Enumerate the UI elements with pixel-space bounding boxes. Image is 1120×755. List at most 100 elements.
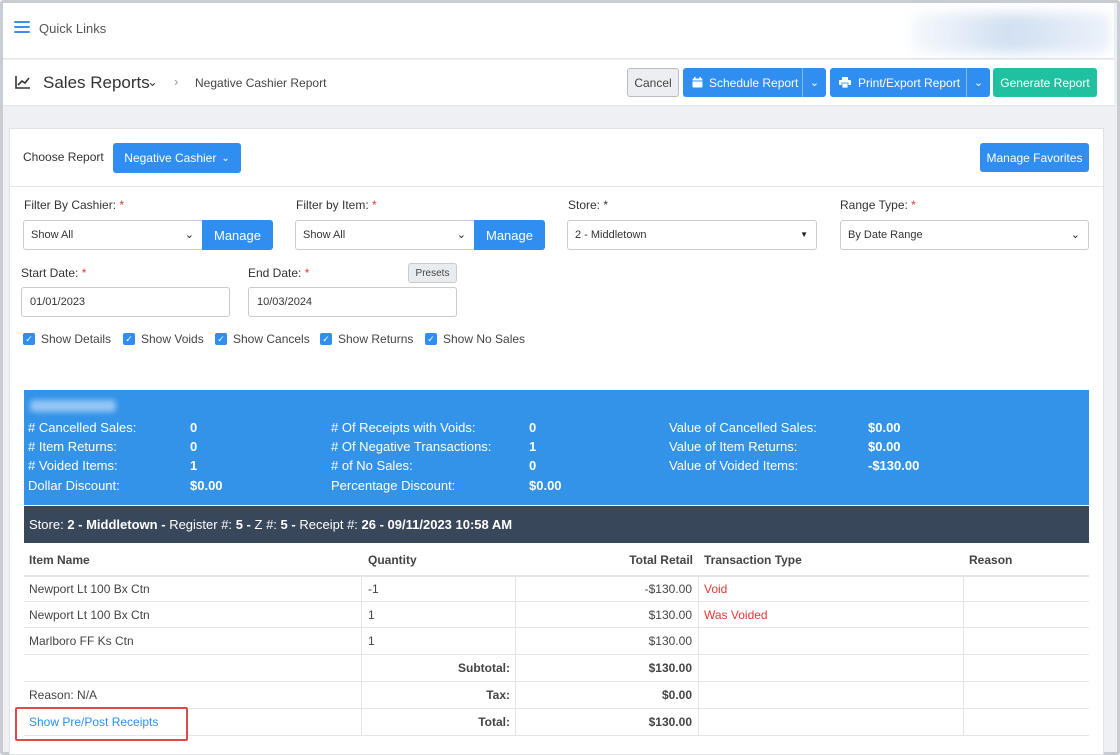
end-date-label: End Date: * bbox=[248, 266, 309, 280]
receipt-label: Receipt #: bbox=[299, 517, 358, 532]
store-value: 2 - Middletown bbox=[67, 517, 158, 532]
column-header: Item Name bbox=[29, 552, 90, 567]
manage-cashier-button[interactable]: Manage bbox=[202, 220, 273, 250]
required-mark: * bbox=[81, 266, 87, 280]
reason bbox=[964, 602, 1089, 627]
generate-report-button[interactable]: Generate Report bbox=[993, 68, 1097, 97]
tax-value: $0.00 bbox=[516, 682, 699, 708]
chevron-down-icon[interactable]: ⌄ bbox=[966, 68, 990, 97]
choose-report-label: Choose Report bbox=[23, 150, 104, 164]
cashier-summary: # Cancelled Sales: 0 # Item Returns: 0 #… bbox=[24, 390, 1089, 505]
checkbox-label: Show No Sales bbox=[443, 332, 526, 346]
chevron-down-icon: ⌄ bbox=[456, 229, 466, 241]
range-type-label: Range Type: * bbox=[840, 198, 916, 212]
quantity: 1 bbox=[362, 628, 516, 654]
summary-label: Value of Item Returns: bbox=[669, 439, 798, 454]
transaction-type: Void bbox=[699, 577, 964, 601]
store-select-value: 2 - Middletown bbox=[575, 229, 647, 241]
print-export-button[interactable]: Print/Export Report ⌄ bbox=[830, 68, 990, 97]
show-details-checkbox[interactable]: ✓ Show Details bbox=[23, 332, 111, 346]
quick-links-link[interactable]: Quick Links bbox=[39, 21, 106, 36]
chevron-down-icon[interactable]: ⌄ bbox=[147, 74, 158, 90]
user-profile-area[interactable] bbox=[911, 13, 1111, 53]
summary-value: $0.00 bbox=[529, 478, 562, 493]
reason-value: N/A bbox=[77, 688, 98, 702]
tax-label: Tax: bbox=[362, 682, 516, 708]
summary-value: 0 bbox=[190, 420, 198, 435]
choose-report-dropdown[interactable]: Negative Cashier ⌄ bbox=[113, 143, 241, 173]
z-label: Z #: bbox=[254, 517, 277, 532]
empty-cell bbox=[964, 709, 1089, 735]
breadcrumb: Negative Cashier Report bbox=[195, 76, 327, 90]
filter-item-text: Filter by Item: bbox=[296, 198, 369, 212]
quantity: 1 bbox=[362, 602, 516, 627]
manage-favorites-button[interactable]: Manage Favorites bbox=[980, 143, 1089, 172]
chevron-down-icon: ⌄ bbox=[184, 229, 194, 241]
show-no-sales-checkbox[interactable]: ✓ Show No Sales bbox=[425, 332, 525, 346]
total-retail: $130.00 bbox=[516, 602, 699, 627]
required-mark: * bbox=[119, 198, 125, 212]
range-type-select[interactable]: By Date Range ⌄ bbox=[840, 220, 1089, 250]
hamburger-icon[interactable] bbox=[14, 21, 30, 35]
required-mark: * bbox=[911, 198, 916, 212]
end-date-text: End Date: bbox=[248, 266, 302, 280]
show-returns-checkbox[interactable]: ✓ Show Returns bbox=[320, 332, 413, 346]
chevron-down-icon: ⌄ bbox=[221, 152, 230, 164]
page-header: Sales Reports ⌄ › Negative Cashier Repor… bbox=[3, 60, 1114, 106]
item-name: Marlboro FF Ks Ctn bbox=[24, 628, 362, 654]
reason bbox=[964, 577, 1089, 601]
caret-down-icon: ▼ bbox=[800, 230, 808, 239]
empty-cell bbox=[964, 655, 1089, 681]
summary-label: # Cancelled Sales: bbox=[28, 420, 137, 435]
store-label-text: Store: bbox=[568, 198, 601, 212]
summary-value: $0.00 bbox=[190, 478, 223, 493]
summary-label: # Of Negative Transactions: bbox=[331, 439, 492, 454]
item-name: Newport Lt 100 Bx Ctn bbox=[24, 602, 362, 627]
schedule-report-button[interactable]: Schedule Report ⌄ bbox=[683, 68, 826, 97]
checkbox-label: Show Details bbox=[41, 332, 112, 346]
highlight-annotation bbox=[15, 707, 188, 741]
empty-cell bbox=[24, 655, 362, 681]
reason-label: Reason: bbox=[29, 688, 74, 702]
table-row: Marlboro FF Ks Ctn 1 $130.00 bbox=[24, 628, 1089, 655]
item-select[interactable]: Show All ⌄ bbox=[295, 220, 475, 250]
cashier-select[interactable]: Show All ⌄ bbox=[23, 220, 203, 250]
store-label: Store: * bbox=[568, 198, 608, 212]
checkbox-label: Show Returns bbox=[338, 332, 414, 346]
show-cancels-checkbox[interactable]: ✓ Show Cancels bbox=[215, 332, 310, 346]
end-date-input[interactable]: 10/03/2024 bbox=[248, 287, 457, 317]
print-export-label: Print/Export Report bbox=[858, 75, 961, 90]
quantity: -1 bbox=[362, 577, 516, 601]
schedule-report-label: Schedule Report bbox=[709, 75, 799, 90]
cancel-button[interactable]: Cancel bbox=[627, 68, 679, 97]
check-icon: ✓ bbox=[23, 333, 35, 345]
show-voids-checkbox[interactable]: ✓ Show Voids bbox=[123, 332, 204, 346]
empty-cell bbox=[699, 709, 964, 735]
subtotal-value: $130.00 bbox=[516, 655, 699, 681]
presets-button[interactable]: Presets bbox=[408, 263, 457, 283]
start-date-label: Start Date: * bbox=[21, 266, 86, 280]
manage-item-button[interactable]: Manage bbox=[474, 220, 545, 250]
cashier-select-value: Show All bbox=[31, 229, 74, 241]
calendar-icon bbox=[692, 77, 703, 88]
chevron-right-icon: › bbox=[174, 74, 179, 89]
store-select[interactable]: 2 - Middletown ▼ bbox=[567, 220, 817, 250]
chevron-down-icon[interactable]: ⌄ bbox=[802, 68, 826, 97]
summary-label: # Voided Items: bbox=[28, 458, 118, 473]
table-row: Newport Lt 100 Bx Ctn -1 -$130.00 Void bbox=[24, 576, 1089, 602]
summary-label: Dollar Discount: bbox=[28, 478, 120, 493]
chevron-down-icon: ⌄ bbox=[1070, 229, 1080, 241]
cashier-name-redacted bbox=[30, 400, 116, 412]
start-date-input[interactable]: 01/01/2023 bbox=[21, 287, 230, 317]
summary-value: $0.00 bbox=[868, 439, 901, 454]
empty-cell bbox=[699, 655, 964, 681]
page-title[interactable]: Sales Reports bbox=[43, 73, 150, 93]
check-icon: ✓ bbox=[320, 333, 332, 345]
check-icon: ✓ bbox=[123, 333, 135, 345]
receipt-value: 26 - 09/11/2023 10:58 AM bbox=[361, 517, 513, 532]
summary-value: 0 bbox=[529, 420, 537, 435]
summary-label: Value of Voided Items: bbox=[669, 458, 799, 473]
total-retail: -$130.00 bbox=[516, 577, 699, 601]
summary-value: 0 bbox=[529, 458, 537, 473]
summary-label: # Of Receipts with Voids: bbox=[331, 420, 476, 435]
